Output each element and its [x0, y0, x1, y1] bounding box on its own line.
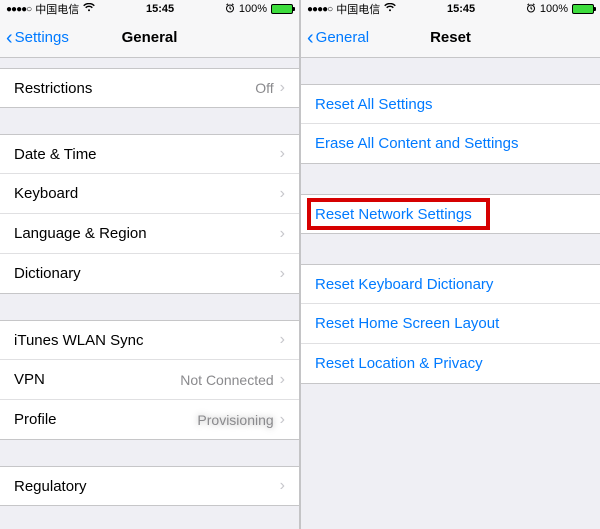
carrier-label: 中国电信	[35, 1, 79, 17]
back-label: General	[316, 29, 369, 46]
battery-icon	[271, 4, 293, 14]
row-language-region[interactable]: Language & Region ›	[0, 214, 299, 254]
nav-bar: ‹ General Reset	[301, 18, 600, 58]
row-reset-network-settings[interactable]: Reset Network Settings	[301, 194, 600, 234]
row-label: Restrictions	[14, 80, 255, 97]
chevron-left-icon: ‹	[307, 28, 314, 48]
row-label: Reset Keyboard Dictionary	[315, 276, 586, 293]
row-label: Reset All Settings	[315, 96, 586, 113]
row-itunes-wlan-sync[interactable]: iTunes WLAN Sync ›	[0, 320, 299, 360]
chevron-right-icon: ›	[280, 185, 285, 203]
battery-percent: 100%	[540, 3, 568, 15]
row-profile[interactable]: Profile Provisioning ›	[0, 400, 299, 440]
chevron-right-icon: ›	[280, 477, 285, 495]
chevron-right-icon: ›	[280, 265, 285, 283]
row-erase-all-content[interactable]: Erase All Content and Settings	[301, 124, 600, 164]
row-label: Profile	[14, 411, 197, 428]
status-bar: ●●●●○ 中国电信 15:45 100%	[0, 0, 299, 18]
row-value: Provisioning	[197, 412, 273, 428]
nav-bar: ‹ Settings General	[0, 18, 299, 58]
signal-strength-icon: ●●●●○	[6, 4, 31, 15]
row-label: Dictionary	[14, 265, 280, 282]
row-label: Reset Network Settings	[315, 206, 586, 223]
row-restrictions[interactable]: Restrictions Off ›	[0, 68, 299, 108]
back-button[interactable]: ‹ Settings	[0, 28, 75, 48]
status-time: 15:45	[146, 3, 174, 15]
chevron-right-icon: ›	[280, 371, 285, 389]
row-label: Language & Region	[14, 225, 280, 242]
row-reset-keyboard-dictionary[interactable]: Reset Keyboard Dictionary	[301, 264, 600, 304]
row-label: VPN	[14, 371, 180, 388]
row-regulatory[interactable]: Regulatory ›	[0, 466, 299, 506]
chevron-right-icon: ›	[280, 79, 285, 97]
row-reset-home-screen-layout[interactable]: Reset Home Screen Layout	[301, 304, 600, 344]
chevron-right-icon: ›	[280, 145, 285, 163]
row-reset-all-settings[interactable]: Reset All Settings	[301, 84, 600, 124]
status-bar: ●●●●○ 中国电信 15:45 100%	[301, 0, 600, 18]
row-label: Date & Time	[14, 146, 280, 163]
alarm-icon	[225, 3, 235, 16]
carrier-label: 中国电信	[336, 1, 380, 17]
row-vpn[interactable]: VPN Not Connected ›	[0, 360, 299, 400]
back-button[interactable]: ‹ General	[301, 28, 375, 48]
chevron-right-icon: ›	[280, 331, 285, 349]
row-label: Reset Location & Privacy	[315, 355, 586, 372]
row-value: Off	[255, 80, 273, 96]
row-label: Erase All Content and Settings	[315, 135, 586, 152]
row-label: Keyboard	[14, 185, 280, 202]
chevron-right-icon: ›	[280, 411, 285, 429]
general-settings-pane: ●●●●○ 中国电信 15:45 100% ‹ Settings General	[0, 0, 299, 529]
battery-percent: 100%	[239, 3, 267, 15]
row-date-time[interactable]: Date & Time ›	[0, 134, 299, 174]
row-keyboard[interactable]: Keyboard ›	[0, 174, 299, 214]
row-label: Regulatory	[14, 478, 280, 495]
wifi-icon	[384, 3, 396, 15]
row-value: Not Connected	[180, 372, 273, 388]
signal-strength-icon: ●●●●○	[307, 4, 332, 15]
row-label: Reset Home Screen Layout	[315, 315, 586, 332]
row-reset-location-privacy[interactable]: Reset Location & Privacy	[301, 344, 600, 384]
wifi-icon	[83, 3, 95, 15]
alarm-icon	[526, 3, 536, 16]
reset-settings-pane: ●●●●○ 中国电信 15:45 100% ‹ General Reset	[301, 0, 600, 529]
row-dictionary[interactable]: Dictionary ›	[0, 254, 299, 294]
back-label: Settings	[15, 29, 69, 46]
chevron-right-icon: ›	[280, 225, 285, 243]
chevron-left-icon: ‹	[6, 28, 13, 48]
status-time: 15:45	[447, 3, 475, 15]
row-label: iTunes WLAN Sync	[14, 332, 280, 349]
battery-icon	[572, 4, 594, 14]
